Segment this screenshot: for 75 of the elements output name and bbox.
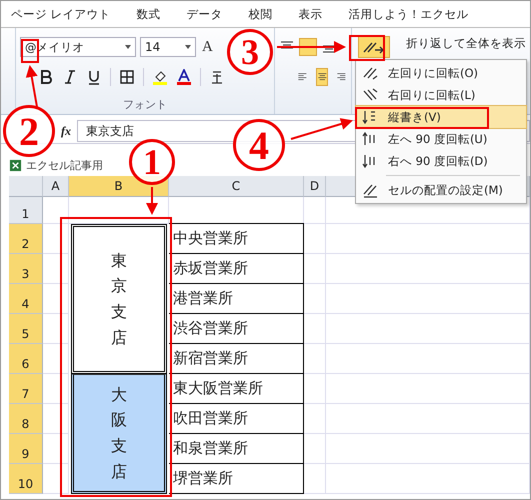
bold-icon[interactable] [38,69,54,85]
empty-cell [43,374,69,404]
group-label: フォント [122,97,168,112]
table-cell: 堺営業所 [169,463,304,494]
wrap-text-button[interactable]: 折り返して全体を表示 [406,36,526,51]
vertical-cell-text: 大阪支店 [111,384,127,483]
row-header[interactable]: 5 [9,314,43,344]
phonetic-icon[interactable] [209,69,225,85]
column-header[interactable]: D [304,176,326,197]
row-header[interactable]: 3 [9,254,43,284]
arrow [290,118,353,140]
excel-file-icon [9,158,22,172]
row-header[interactable]: 2 [9,224,43,254]
empty-cell [304,374,326,404]
row-header[interactable]: 4 [9,284,43,314]
rotate-text-icon [362,87,378,103]
column-header[interactable]: A [43,176,69,197]
empty-cell [304,224,326,254]
ribbon-tab[interactable]: 表示 [298,6,323,22]
orientation-button[interactable] [358,36,390,58]
ribbon-tab[interactable]: 校閲 [248,6,273,22]
row-header[interactable]: 7 [9,374,43,404]
empty-cell [304,314,326,344]
empty-cell [43,314,69,344]
empty-cell [304,404,326,434]
row-header[interactable]: 10 [9,464,43,494]
empty-cell [304,434,326,464]
arrow [277,41,346,53]
dropdown-arrow-icon [125,45,131,49]
empty-cell [43,254,69,284]
fill-color-icon[interactable] [152,69,168,85]
function-button[interactable]: fx [61,124,71,138]
workbook-title: エクセル記事用 [26,158,103,172]
row-header[interactable]: 8 [9,404,43,434]
arrow [26,65,38,108]
table-cell: 中央営業所 [169,223,304,254]
step-number-badge: 4 [233,119,285,171]
empty-cell [304,344,326,374]
empty-cell [43,434,69,464]
empty-cell [43,344,69,374]
empty-cell [304,284,326,314]
align-settings-icon [362,182,378,198]
highlight-frame [349,35,385,61]
underline-icon[interactable] [86,69,102,85]
ribbon-tab[interactable]: 活用しよう！エクセル [348,6,469,22]
vertical-text-icon [362,109,378,125]
row-header[interactable]: 1 [9,197,43,224]
menu-item[interactable]: セルの配置の設定(M) [356,179,526,201]
menu-item[interactable]: 右へ 90 度回転(D) [356,150,526,172]
rotate-text-icon [362,65,378,81]
grow-font-button[interactable]: A [200,38,215,56]
empty-cell [43,404,69,434]
menu-item[interactable]: 右回りに回転(L) [356,84,526,106]
align-center-icon[interactable] [316,68,328,86]
step-number-badge: 2 [3,105,55,157]
empty-cell [43,464,69,494]
ribbon-tab[interactable]: ページ レイアウト [11,6,111,22]
font-color-icon[interactable] [176,69,192,85]
empty-cell [43,224,69,254]
column-header[interactable]: C [169,176,304,197]
arrow [146,187,158,215]
empty-cell [304,464,326,494]
font-size-dropdown[interactable]: 14 [140,37,196,57]
highlight-frame [21,39,39,63]
empty-cell [43,284,69,314]
row-header[interactable]: 6 [9,344,43,374]
empty-cell [304,254,326,284]
vertical-cell-text: 東京支店 [111,250,127,349]
dropdown-arrow-icon [185,45,191,49]
italic-icon[interactable] [62,69,78,85]
ribbon-tab[interactable]: データ [186,6,223,22]
menu-item[interactable]: 左回りに回転(O) [356,62,526,84]
ribbon-tab[interactable]: 数式 [136,6,161,22]
row-header[interactable]: 9 [9,434,43,464]
borders-icon[interactable] [119,69,135,85]
